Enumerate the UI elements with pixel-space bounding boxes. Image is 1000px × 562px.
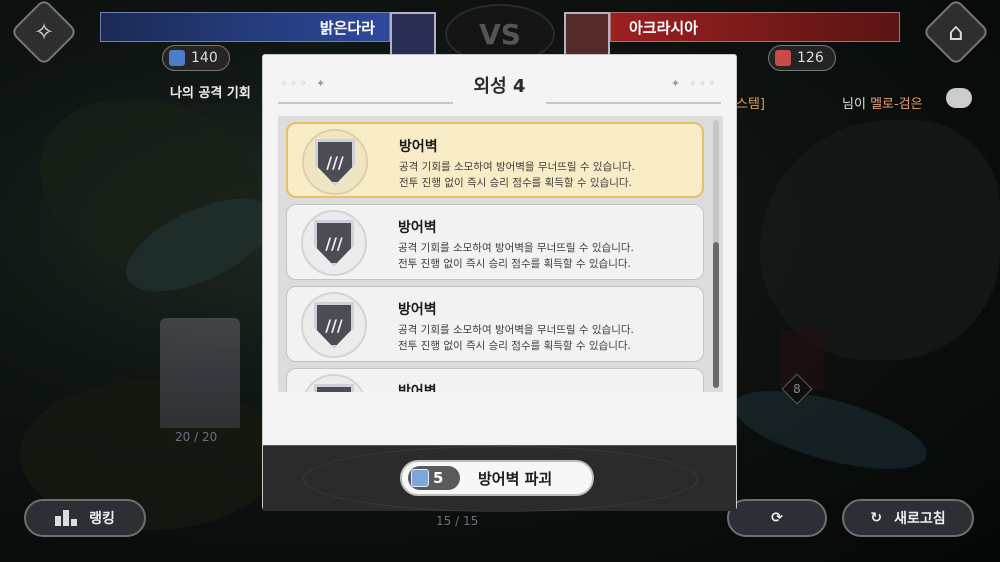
ranking-label: 랭킹 (89, 511, 115, 527)
team-left-name: 밝은다라 (319, 19, 375, 37)
card-description: 공격 기회를 소모하여 방어벽을 무너뜨릴 수 있습니다. 전투 진행 없이 즉… (398, 324, 634, 352)
shield-wall-icon: /// (314, 220, 354, 266)
list-item[interactable]: /// 방어벽 (286, 368, 704, 392)
card-title: 방어벽 (398, 302, 437, 318)
card-title: 방어벽 (398, 220, 437, 236)
card-description: 공격 기회를 소모하여 방어벽을 무너뜨릴 수 있습니다. 전투 진행 없이 즉… (399, 161, 635, 189)
destroy-wall-button[interactable]: 5 방어벽 파괴 (400, 460, 594, 496)
card-title: 방어벽 (398, 384, 437, 392)
refresh-label: 새로고침 (894, 511, 946, 527)
diamond-emblem-icon: ✧ (33, 18, 55, 46)
ranking-icon (55, 510, 78, 526)
refresh-icon: ↻ (870, 510, 883, 526)
sword-icon (411, 469, 429, 487)
chat-icon[interactable] (946, 88, 972, 108)
card-description: 공격 기회를 소모하여 방어벽을 무너뜨릴 수 있습니다. 전투 진행 없이 즉… (398, 242, 634, 270)
card-title: 방어벽 (399, 139, 438, 155)
team-left-banner: 밝은다라 (100, 12, 390, 42)
outer-wall-modal: ◦◦◦ ✦ 외성 4 ✦ ◦◦◦ /// 방어벽 공격 기회를 소모하여 방어벽… (262, 54, 737, 512)
replay-icon: ⟳ (771, 510, 783, 526)
destroy-wall-label: 방어벽 파괴 (478, 469, 553, 488)
modal-footer: 5 방어벽 파괴 (263, 445, 736, 512)
versus-bar: 밝은다라 VS 아크라시아 (100, 4, 900, 64)
header-ornament-right: ✦ ◦◦◦ (670, 77, 718, 90)
sword-icon (169, 50, 185, 66)
modal-title: 외성 4 (473, 76, 526, 97)
ranking-button[interactable]: 랭킹 (24, 499, 146, 537)
refresh-button[interactable]: ↻ 새로고침 (842, 499, 974, 537)
team-right-banner: 아크라시아 (610, 12, 900, 42)
cost-badge: 5 (408, 466, 460, 490)
list-item[interactable]: /// 방어벽 공격 기회를 소모하여 방어벽을 무너뜨릴 수 있습니다. 전투… (286, 122, 704, 198)
team-right-name: 아크라시아 (629, 19, 699, 37)
status-message: 님이 멜로-검은 (842, 97, 923, 112)
status-bracket-text: 스템] (736, 97, 765, 112)
shield-wall-icon: /// (315, 139, 355, 185)
modal-header: ◦◦◦ ✦ 외성 4 ✦ ◦◦◦ (263, 55, 736, 113)
home-icon: ⌂ (948, 18, 964, 46)
team-left-score: 140 (162, 45, 230, 71)
list-item[interactable]: /// 방어벽 공격 기회를 소모하여 방어벽을 무너뜨릴 수 있습니다. 전투… (286, 204, 704, 280)
list-item[interactable]: /// 방어벽 공격 기회를 소모하여 방어벽을 무너뜨릴 수 있습니다. 전투… (286, 286, 704, 362)
replay-button[interactable]: ⟳ (727, 499, 827, 537)
defense-wall-list[interactable]: /// 방어벽 공격 기회를 소모하여 방어벽을 무너뜨릴 수 있습니다. 전투… (278, 116, 723, 392)
scrollbar-thumb[interactable] (713, 242, 719, 388)
shield-wall-icon: /// (314, 302, 354, 348)
my-attack-chance-label: 나의 공격 기회 (170, 86, 251, 101)
team-right-score: 126 (768, 45, 836, 71)
sword-icon (775, 50, 791, 66)
shield-wall-icon: /// (314, 384, 354, 392)
